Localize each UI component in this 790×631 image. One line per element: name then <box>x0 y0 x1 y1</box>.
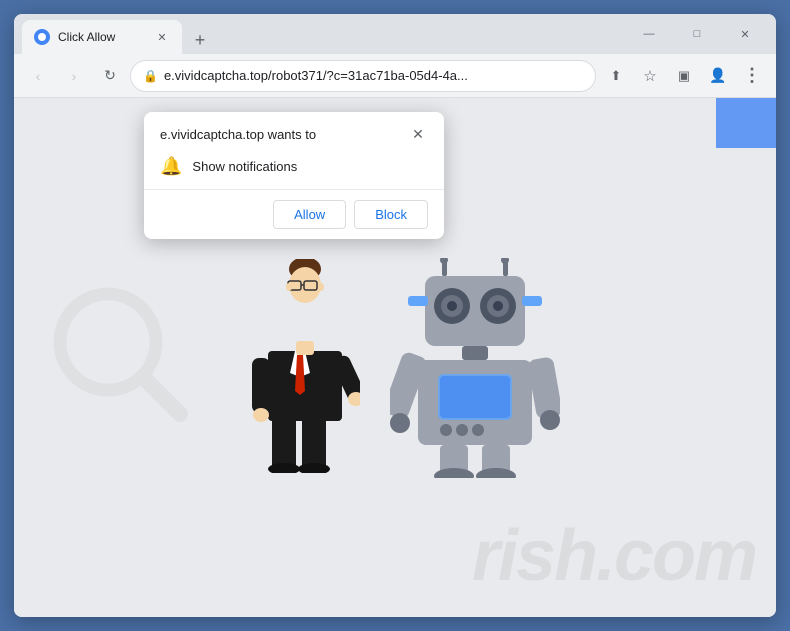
popup-notification-row: 🔔 Show notifications <box>144 152 444 189</box>
browser-window: Click Allow ✕ + — □ ✕ ‹ › ↻ 🔒 e.vividcap… <box>14 14 776 617</box>
title-bar: Click Allow ✕ + — □ ✕ <box>14 14 776 54</box>
person-head <box>283 259 327 303</box>
popup-header: e.vividcaptcha.top wants to ✕ <box>144 112 444 152</box>
back-button[interactable]: ‹ <box>22 60 54 92</box>
forward-button[interactable]: › <box>58 60 90 92</box>
person-figure <box>235 259 375 478</box>
scene <box>235 258 555 498</box>
tab-area: Click Allow ✕ + <box>22 14 622 54</box>
share-button[interactable]: ⬆ <box>600 60 632 92</box>
popup-close-button[interactable]: ✕ <box>408 124 428 144</box>
content-area: rish.com e.vividcaptcha.top wants to ✕ 🔔… <box>14 98 776 617</box>
url-text: e.vividcaptcha.top/robot371/?c=31ac71ba-… <box>164 68 583 83</box>
page-background: rish.com e.vividcaptcha.top wants to ✕ 🔔… <box>14 98 776 617</box>
tab-title: Click Allow <box>58 30 146 44</box>
close-button[interactable]: ✕ <box>722 14 768 54</box>
bell-icon: 🔔 <box>160 156 182 177</box>
popup-buttons: Allow Block <box>144 190 444 239</box>
menu-button[interactable]: ⋮ <box>736 60 768 92</box>
maximize-button[interactable]: □ <box>674 14 720 54</box>
toolbar-actions: ⬆ ☆ ▣ 👤 ⋮ <box>600 60 768 92</box>
reload-button[interactable]: ↻ <box>94 60 126 92</box>
address-bar[interactable]: 🔒 e.vividcaptcha.top/robot371/?c=31ac71b… <box>130 60 596 92</box>
active-tab[interactable]: Click Allow ✕ <box>22 20 182 54</box>
allow-button[interactable]: Allow <box>273 200 346 229</box>
tab-favicon <box>34 29 50 45</box>
browser-toolbar: ‹ › ↻ 🔒 e.vividcaptcha.top/robot371/?c=3… <box>14 54 776 98</box>
extension-button[interactable]: ▣ <box>668 60 700 92</box>
magnifier-icon <box>44 278 204 438</box>
lock-icon: 🔒 <box>143 69 158 83</box>
blue-accent-strip <box>716 98 776 148</box>
notification-popup: e.vividcaptcha.top wants to ✕ 🔔 Show not… <box>144 112 444 239</box>
account-button[interactable]: 👤 <box>702 60 734 92</box>
person-body <box>250 303 360 478</box>
minimize-button[interactable]: — <box>626 14 672 54</box>
tab-close-button[interactable]: ✕ <box>154 29 170 45</box>
window-controls: — □ ✕ <box>626 14 768 54</box>
robot-figure <box>395 258 555 478</box>
notification-label-text: Show notifications <box>192 159 297 174</box>
new-tab-button[interactable]: + <box>186 26 214 54</box>
bookmark-button[interactable]: ☆ <box>634 60 666 92</box>
watermark-text: rish.com <box>472 515 756 597</box>
popup-domain-text: e.vividcaptcha.top wants to <box>160 127 316 142</box>
block-button[interactable]: Block <box>354 200 428 229</box>
